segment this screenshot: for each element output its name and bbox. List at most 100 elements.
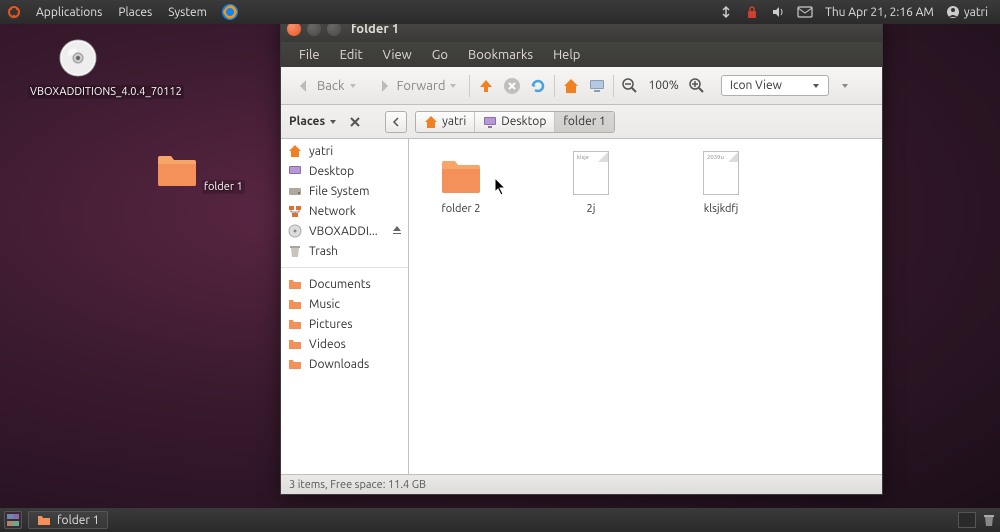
statusbar: 3 items, Free space: 11.4 GB bbox=[281, 474, 882, 494]
content-folder[interactable]: folder 2 bbox=[421, 151, 501, 215]
sidebar-item-label: Downloads bbox=[309, 358, 369, 371]
zoom-level: 100% bbox=[648, 79, 678, 92]
up-button[interactable] bbox=[476, 76, 496, 96]
desktop-icon bbox=[287, 163, 303, 179]
sidebar-item-label: File System bbox=[309, 185, 370, 198]
content-file[interactable]: 2039u klsjkdfj bbox=[681, 151, 761, 215]
eject-icon[interactable] bbox=[392, 225, 402, 238]
sidebar-item-label: Music bbox=[309, 298, 340, 311]
window-maximize-button[interactable] bbox=[327, 22, 341, 36]
sidebar-item-disc[interactable]: VBOXADDI... bbox=[281, 221, 408, 241]
breadcrumb-current-label: folder 1 bbox=[563, 115, 605, 128]
folder-icon bbox=[437, 151, 485, 199]
sidebar-item-label: yatri bbox=[309, 145, 333, 158]
content-item-label: folder 2 bbox=[421, 203, 501, 215]
home-icon bbox=[287, 143, 303, 159]
path-back-button[interactable] bbox=[385, 111, 407, 133]
firefox-launcher[interactable] bbox=[215, 3, 245, 21]
breadcrumb-desktop-label: Desktop bbox=[501, 115, 546, 128]
zoom-out-button[interactable] bbox=[620, 76, 640, 96]
sidebar-item-pictures[interactable]: Pictures bbox=[281, 314, 408, 334]
menu-view[interactable]: View bbox=[373, 48, 422, 62]
username-label: yatri bbox=[964, 6, 988, 19]
breadcrumb-current[interactable]: folder 1 bbox=[555, 112, 613, 132]
folder-icon bbox=[287, 356, 303, 372]
back-button[interactable]: Back bbox=[289, 75, 363, 97]
system-menu[interactable]: System bbox=[160, 6, 215, 19]
file-icon: 2039u bbox=[697, 151, 745, 199]
security-indicator-icon[interactable] bbox=[739, 5, 765, 19]
window-close-button[interactable] bbox=[287, 22, 301, 36]
desktop-disc-icon[interactable]: VBOXADDITIONS_4.0.4_70112 bbox=[28, 38, 128, 99]
folder-icon bbox=[287, 296, 303, 312]
mail-indicator-icon[interactable] bbox=[791, 6, 819, 18]
toolbar-overflow-icon[interactable] bbox=[841, 82, 849, 90]
places-label[interactable]: Places bbox=[289, 115, 325, 128]
window-title: folder 1 bbox=[351, 22, 399, 36]
show-desktop-button[interactable] bbox=[4, 511, 22, 529]
sidebar-item-label: VBOXADDI... bbox=[309, 225, 378, 238]
taskbar-item[interactable]: folder 1 bbox=[28, 511, 108, 529]
content-area[interactable]: folder 2 klsje 2j 2039u klsjkdfj bbox=[409, 139, 882, 474]
menu-go[interactable]: Go bbox=[422, 48, 458, 62]
folder-icon bbox=[37, 513, 51, 527]
breadcrumb-home[interactable]: yatri bbox=[416, 112, 475, 132]
view-mode-select[interactable]: Icon View bbox=[721, 75, 829, 96]
window-minimize-button[interactable] bbox=[307, 22, 321, 36]
trash-applet-icon[interactable] bbox=[982, 513, 996, 527]
statusbar-text: 3 items, Free space: 11.4 GB bbox=[289, 479, 426, 491]
menu-bookmarks[interactable]: Bookmarks bbox=[458, 48, 543, 62]
forward-button[interactable]: Forward bbox=[369, 75, 464, 97]
applications-menu[interactable]: Applications bbox=[28, 6, 110, 19]
sidebar-item-filesystem[interactable]: File System bbox=[281, 181, 408, 201]
menu-help[interactable]: Help bbox=[543, 48, 590, 62]
places-menu[interactable]: Places bbox=[110, 6, 160, 19]
sidebar-item-label: Network bbox=[309, 205, 356, 218]
sidebar-item-videos[interactable]: Videos bbox=[281, 334, 408, 354]
desktop-folder-icon[interactable]: folder 1 bbox=[150, 150, 250, 194]
sidebar-item-home[interactable]: yatri bbox=[281, 141, 408, 161]
computer-button[interactable] bbox=[587, 76, 607, 96]
sidebar-item-music[interactable]: Music bbox=[281, 294, 408, 314]
breadcrumb-home-label: yatri bbox=[442, 115, 466, 128]
sidebar-item-label: Desktop bbox=[309, 165, 354, 178]
network-icon bbox=[287, 203, 303, 219]
clock[interactable]: Thu Apr 21, 2:16 AM bbox=[819, 6, 940, 19]
sidebar-item-label: Trash bbox=[309, 245, 338, 258]
home-button[interactable] bbox=[561, 76, 581, 96]
forward-label: Forward bbox=[397, 79, 446, 93]
user-menu[interactable]: yatri bbox=[940, 5, 994, 19]
content-file[interactable]: klsje 2j bbox=[551, 151, 631, 215]
reload-button[interactable] bbox=[528, 76, 548, 96]
sidebar-item-desktop[interactable]: Desktop bbox=[281, 161, 408, 181]
sidebar-item-trash[interactable]: Trash bbox=[281, 241, 408, 261]
content-item-label: klsjkdfj bbox=[681, 203, 761, 215]
workspace-switcher[interactable] bbox=[958, 512, 976, 528]
zoom-in-button[interactable] bbox=[687, 76, 707, 96]
disc-icon bbox=[287, 223, 303, 239]
sidebar-item-downloads[interactable]: Downloads bbox=[281, 354, 408, 374]
folder-icon bbox=[287, 276, 303, 292]
breadcrumb-desktop[interactable]: Desktop bbox=[475, 112, 555, 132]
drive-icon bbox=[287, 183, 303, 199]
menu-edit[interactable]: Edit bbox=[330, 48, 373, 62]
ubuntu-logo-icon[interactable] bbox=[6, 4, 22, 20]
toolbar: Back Forward 100% Icon View bbox=[281, 67, 882, 105]
volume-indicator-icon[interactable] bbox=[765, 5, 791, 19]
menubar: File Edit View Go Bookmarks Help bbox=[281, 42, 882, 67]
close-sidebar-icon[interactable] bbox=[349, 116, 361, 128]
sidebar-item-label: Pictures bbox=[309, 318, 353, 331]
sidebar-item-network[interactable]: Network bbox=[281, 201, 408, 221]
folder-icon bbox=[287, 316, 303, 332]
sidebar-item-label: Documents bbox=[309, 278, 371, 291]
taskbar-item-label: folder 1 bbox=[57, 514, 99, 527]
file-manager-window: folder 1 File Edit View Go Bookmarks Hel… bbox=[280, 15, 883, 495]
file-icon: klsje bbox=[567, 151, 615, 199]
trash-icon bbox=[287, 243, 303, 259]
sidebar-item-documents[interactable]: Documents bbox=[281, 274, 408, 294]
menu-file[interactable]: File bbox=[289, 48, 330, 62]
folder-icon bbox=[287, 336, 303, 352]
sidebar: yatri Desktop File System Network VBOXAD… bbox=[281, 139, 409, 474]
stop-button[interactable] bbox=[502, 76, 522, 96]
network-indicator-icon[interactable] bbox=[713, 5, 739, 19]
